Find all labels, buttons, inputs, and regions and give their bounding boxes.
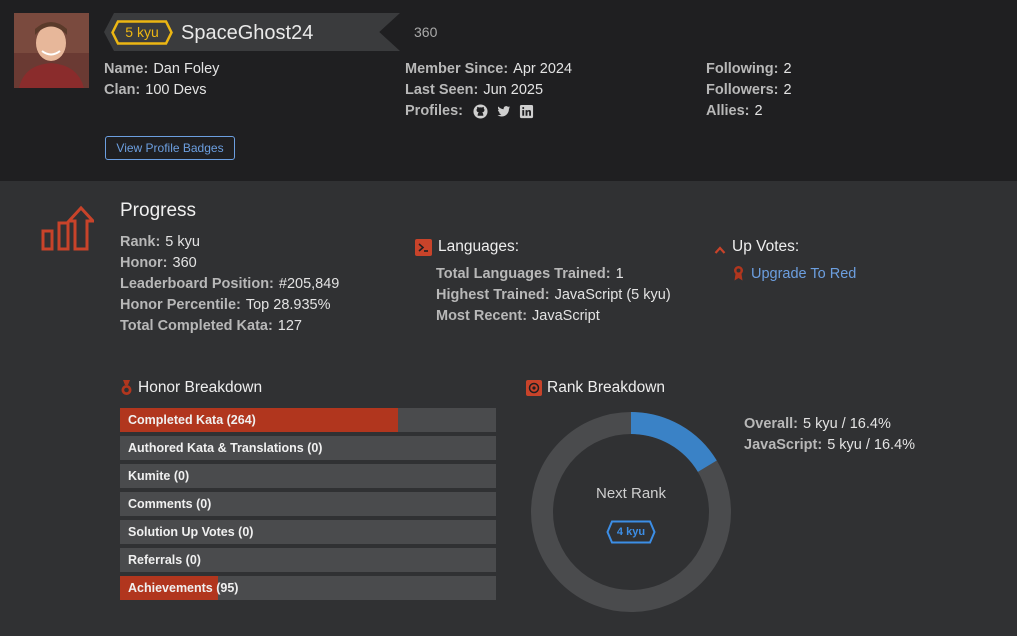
honor-count: 360 <box>414 24 438 40</box>
honor-bar-label: Authored Kata & Translations (0) <box>128 441 323 455</box>
stat-label: Total Languages Trained: <box>436 266 611 282</box>
honor-breakdown-title: Honor Breakdown <box>138 379 263 396</box>
honor-bar-achievements: Achievements (95) <box>120 576 496 600</box>
stat-label: Last Seen: <box>405 82 479 98</box>
donut-progress-arc <box>630 412 717 473</box>
stat-overall-rank: Overall: 5 kyu / 16.4% <box>744 415 891 433</box>
stat-honor: Honor: 360 <box>120 254 197 272</box>
stat-label: Rank: <box>120 234 161 250</box>
honor-bar-label: Achievements (95) <box>128 581 239 595</box>
stat-name: Name: Dan Foley <box>104 60 219 78</box>
next-rank-label: Next Rank <box>595 485 667 502</box>
stat-following[interactable]: Following: 2 <box>706 60 792 78</box>
honor-bar-kumite: Kumite (0) <box>120 464 496 488</box>
progress-icon <box>40 205 97 258</box>
github-icon[interactable] <box>473 104 488 119</box>
chevron-up-icon <box>714 242 726 260</box>
stat-highest-trained: Highest Trained: JavaScript (5 kyu) <box>436 286 671 304</box>
upgrade-to-red-link[interactable]: Upgrade To Red <box>751 265 856 283</box>
ribbon-icon <box>733 265 744 286</box>
honor-bar-label: Referrals (0) <box>128 553 201 567</box>
view-profile-badges-button[interactable]: View Profile Badges <box>105 136 235 160</box>
honor-bar-label: Solution Up Votes (0) <box>128 525 254 539</box>
progress-title: Progress <box>120 200 197 221</box>
stat-value: 5 kyu / 16.4% <box>803 416 891 432</box>
username: SpaceGhost24 <box>181 22 314 44</box>
honor-bar-label: Comments (0) <box>128 497 212 511</box>
stat-label: Most Recent: <box>436 308 528 324</box>
stat-completed-kata: Total Completed Kata: 127 <box>120 317 302 335</box>
avatar[interactable] <box>14 13 89 88</box>
stat-allies[interactable]: Allies: 2 <box>706 102 763 120</box>
profile-header: 5 kyu SpaceGhost24 360 Name: Dan Foley Cl… <box>0 0 1017 181</box>
stat-value: Dan Foley <box>153 61 220 77</box>
target-icon <box>526 380 542 401</box>
upvotes-title: Up Votes: <box>732 238 800 255</box>
honor-bar-solution-up-votes: Solution Up Votes (0) <box>120 520 496 544</box>
rank-badge-label: 5 kyu <box>125 24 159 40</box>
rank-breakdown-title: Rank Breakdown <box>547 379 666 396</box>
stat-value: #205,849 <box>278 276 340 292</box>
terminal-icon <box>415 239 432 261</box>
stat-followers[interactable]: Followers: 2 <box>706 81 792 99</box>
stat-value: 127 <box>277 318 302 334</box>
stat-value: Top 28.935% <box>245 297 331 313</box>
honor-bar-completed-kata: Completed Kata (264) <box>120 408 496 432</box>
stat-last-seen: Last Seen: Jun 2025 <box>405 81 543 99</box>
stat-label: JavaScript: <box>744 437 823 453</box>
stat-label: Allies: <box>706 103 750 119</box>
stat-label: Clan: <box>104 82 141 98</box>
honor-bar-label: Completed Kata (264) <box>128 413 256 427</box>
avatar-photo <box>14 13 89 88</box>
stat-leaderboard: Leaderboard Position: #205,849 <box>120 275 339 293</box>
stat-value: Jun 2025 <box>483 82 544 98</box>
stat-label: Following: <box>706 61 779 77</box>
stat-member-since: Member Since: Apr 2024 <box>405 60 572 78</box>
stat-value: 1 <box>615 266 624 282</box>
stat-value: 5 kyu / 16.4% <box>827 437 916 453</box>
stat-label: Total Completed Kata: <box>120 318 273 334</box>
honor-bar-label: Kumite (0) <box>128 469 190 483</box>
stat-label: Honor: <box>120 255 168 271</box>
stat-label: Followers: <box>706 82 779 98</box>
rank-badge: 5 kyu <box>111 20 173 45</box>
stat-total-languages: Total Languages Trained: 1 <box>436 265 624 283</box>
stat-label: Name: <box>104 61 149 77</box>
stat-label: Profiles: <box>405 103 464 119</box>
honor-bar-referrals: Referrals (0) <box>120 548 496 572</box>
honor-bar-authored-kata: Authored Kata & Translations (0) <box>120 436 496 460</box>
stat-label: Leaderboard Position: <box>120 276 274 292</box>
next-rank-badge: 4 kyu <box>606 520 656 544</box>
stat-rank: Rank: 5 kyu <box>120 233 200 251</box>
stat-value: JavaScript <box>532 308 600 324</box>
stat-javascript-rank: JavaScript: 5 kyu / 16.4% <box>744 436 915 454</box>
stat-clan: Clan: 100 Devs <box>104 81 207 99</box>
stat-label: Member Since: <box>405 61 509 77</box>
stat-value: 2 <box>783 61 792 77</box>
medal-icon <box>121 380 132 401</box>
stat-label: Honor Percentile: <box>120 297 241 313</box>
stat-value: 360 <box>172 255 197 271</box>
stat-value: 2 <box>754 103 763 119</box>
linkedin-icon[interactable] <box>519 104 534 119</box>
stat-value: 2 <box>783 82 792 98</box>
next-rank-badge-label: 4 kyu <box>616 526 646 538</box>
stat-value: 5 kyu <box>165 234 200 250</box>
stat-percentile: Honor Percentile: Top 28.935% <box>120 296 331 314</box>
languages-title: Languages: <box>438 238 520 255</box>
stat-profiles: Profiles: <box>405 102 534 120</box>
stat-value: JavaScript (5 kyu) <box>554 287 671 303</box>
stat-label: Overall: <box>744 416 798 432</box>
twitter-icon[interactable] <box>496 104 511 119</box>
stat-value: 100 Devs <box>145 82 207 98</box>
honor-bar-comments: Comments (0) <box>120 492 496 516</box>
rank-donut-chart <box>531 412 731 612</box>
stat-value: Apr 2024 <box>513 61 573 77</box>
stat-most-recent: Most Recent: JavaScript <box>436 307 600 325</box>
stat-label: Highest Trained: <box>436 287 550 303</box>
